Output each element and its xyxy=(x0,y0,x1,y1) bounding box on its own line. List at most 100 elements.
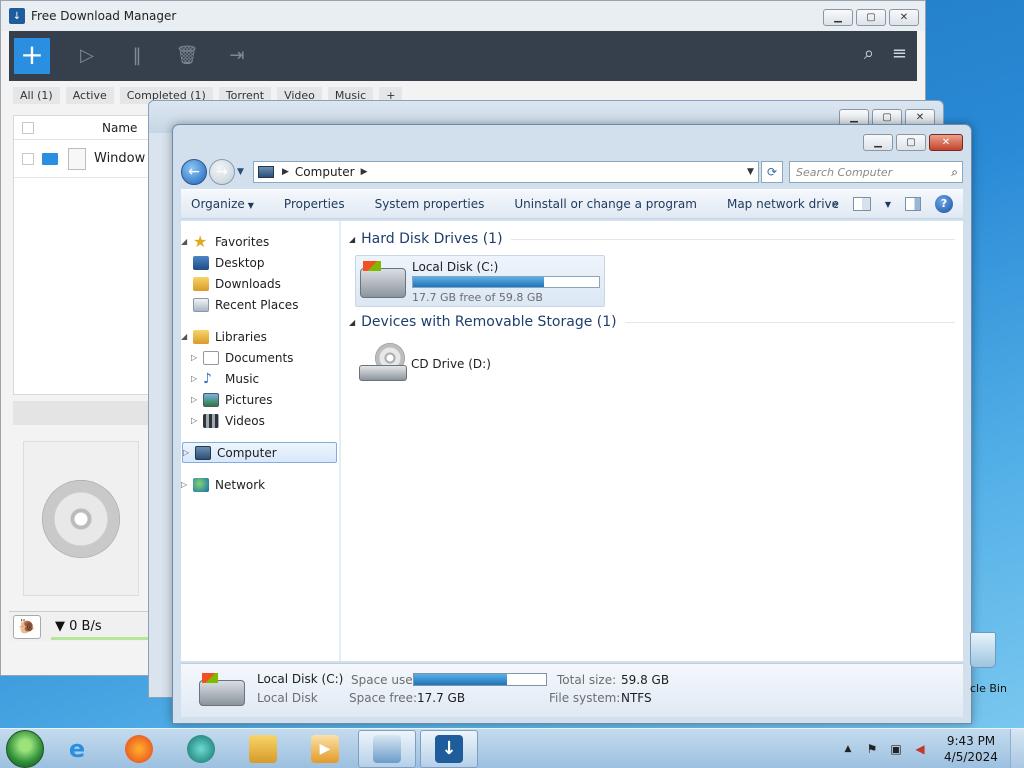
fdm-title: Free Download Manager xyxy=(31,9,177,23)
back-button[interactable]: ← xyxy=(181,159,207,185)
explorer-close-button[interactable]: ✕ xyxy=(929,134,963,151)
network-tray-icon[interactable]: ▣ xyxy=(888,741,904,757)
collapse-group-icon[interactable]: ◢ xyxy=(349,235,355,244)
fdm-close-button[interactable]: ✕ xyxy=(889,9,919,26)
uninstall-program-button[interactable]: Uninstall or change a program xyxy=(514,197,697,211)
fdm-minimize-button[interactable]: ▁ xyxy=(823,9,853,26)
nav-desktop[interactable]: Desktop xyxy=(181,252,339,273)
breadcrumb-arrow-icon[interactable]: ▶ xyxy=(361,167,368,177)
group-divider xyxy=(624,321,955,323)
fdm-add-download-button[interactable]: + xyxy=(14,38,50,74)
help-icon[interactable]: ? xyxy=(935,195,953,213)
nav-network[interactable]: ▷ Network xyxy=(181,474,339,495)
nav-music[interactable]: ▷ ♪ Music xyxy=(181,368,339,389)
details-total-size-label: Total size: xyxy=(557,673,617,687)
collapse-arrow-icon[interactable]: ▷ xyxy=(191,374,201,383)
snail-mode-icon[interactable]: 🐌 xyxy=(13,614,41,639)
taskbar-explorer[interactable] xyxy=(234,730,292,768)
nav-videos[interactable]: ▷ Videos xyxy=(181,410,339,431)
collapse-arrow-icon[interactable]: ▷ xyxy=(191,395,201,404)
explorer-maximize-button[interactable]: ▢ xyxy=(896,134,926,151)
collapse-arrow-icon[interactable]: ▷ xyxy=(183,448,193,457)
details-space-free-value: 17.7 GB xyxy=(417,691,466,705)
system-properties-button[interactable]: System properties xyxy=(375,197,485,211)
taskbar-app-teal[interactable] xyxy=(172,730,230,768)
collapse-group-icon[interactable]: ◢ xyxy=(349,318,355,327)
taskbar-control-panel[interactable] xyxy=(358,729,416,768)
view-options-chevron-icon[interactable]: ▼ xyxy=(885,200,891,209)
fdm-icon: ↓ xyxy=(435,734,463,763)
breadcrumb-root-arrow-icon[interactable]: ▶ xyxy=(282,167,289,177)
local-disk-c-tile[interactable]: Local Disk (C:) 17.7 GB free of 59.8 GB xyxy=(355,255,605,307)
clock[interactable]: 9:43 PM 4/5/2024 xyxy=(936,733,1006,765)
change-view-icon[interactable] xyxy=(852,197,871,211)
taskbar-internet-explorer[interactable]: e xyxy=(48,730,106,768)
preview-pane-icon[interactable] xyxy=(905,197,921,211)
action-center-flag-icon[interactable]: ⚑ xyxy=(864,741,880,757)
fdm-resume-icon[interactable]: ▷ xyxy=(74,43,100,69)
nav-pictures[interactable]: ▷ Pictures xyxy=(181,389,339,410)
fdm-move-icon[interactable]: ⇥ xyxy=(224,43,250,69)
fdm-download-row[interactable]: Window xyxy=(14,140,162,178)
collapse-arrow-icon[interactable]: ▷ xyxy=(181,480,191,489)
fdm-delete-icon[interactable]: 🗑 xyxy=(174,43,200,69)
fdm-select-all-checkbox[interactable] xyxy=(22,121,34,134)
collapse-arrow-icon[interactable]: ▷ xyxy=(191,416,201,425)
fdm-statusbar: 🐌 ▼ 0 B/s xyxy=(9,611,155,641)
recent-pages-dropdown-icon[interactable]: ▼ xyxy=(237,167,249,177)
chat-app-icon xyxy=(187,734,215,763)
fdm-download-list: Name Window xyxy=(13,115,163,395)
explorer-minimize-button[interactable]: ▁ xyxy=(863,134,893,151)
cd-drive-icon[interactable] xyxy=(359,343,407,383)
fdm-download-name: Window xyxy=(94,151,146,166)
taskbar-firefox[interactable] xyxy=(110,730,168,768)
group-hard-disk-drives[interactable]: ◢ Hard Disk Drives (1) xyxy=(349,231,955,247)
fdm-tab-all[interactable]: All (1) xyxy=(13,87,60,104)
nav-libraries[interactable]: ◢ Libraries xyxy=(181,326,339,347)
address-dropdown-icon[interactable]: ▼ xyxy=(742,162,758,182)
volume-muted-icon[interactable]: ◀ xyxy=(912,741,928,757)
star-icon: ★ xyxy=(193,231,208,251)
show-desktop-button[interactable] xyxy=(1010,729,1024,768)
more-commands-button[interactable]: » xyxy=(832,197,839,211)
cd-drive-name[interactable]: CD Drive (D:) xyxy=(411,357,491,371)
nav-documents[interactable]: ▷ Documents xyxy=(181,347,339,368)
search-input[interactable]: Search Computer ⌕ xyxy=(789,161,963,183)
fdm-titlebar[interactable]: ↓ Free Download Manager xyxy=(1,1,925,31)
refresh-icon[interactable]: ⟳ xyxy=(761,161,783,183)
organize-button[interactable]: Organize ▼ xyxy=(191,197,254,211)
show-hidden-icons-icon[interactable]: ▲ xyxy=(840,741,856,757)
properties-button[interactable]: Properties xyxy=(284,197,345,211)
expand-icon[interactable]: ◢ xyxy=(181,237,191,246)
search-icon[interactable]: ⌕ xyxy=(951,165,958,180)
details-drive-name: Local Disk (C:) xyxy=(257,672,344,686)
fdm-search-icon[interactable]: ⌕ xyxy=(864,43,874,64)
taskbar-free-download-manager[interactable]: ↓ xyxy=(420,729,478,768)
group-removable-storage[interactable]: ◢ Devices with Removable Storage (1) xyxy=(349,314,955,330)
videos-icon xyxy=(203,413,219,428)
taskbar-media-player[interactable]: ▶ xyxy=(296,730,354,768)
forward-button[interactable]: → xyxy=(209,159,235,185)
fdm-menu-icon[interactable]: ≡ xyxy=(892,43,907,64)
nav-favorites[interactable]: ◢ ★ Favorites xyxy=(181,231,339,252)
fdm-pause-icon[interactable]: ‖ xyxy=(124,43,150,69)
nav-computer[interactable]: ▷ Computer xyxy=(182,442,337,463)
fdm-tab-active[interactable]: Active xyxy=(65,87,114,104)
start-button[interactable] xyxy=(6,729,44,768)
folder-icon[interactable] xyxy=(42,152,58,165)
details-drive-type: Local Disk xyxy=(257,691,318,705)
nav-downloads[interactable]: Downloads xyxy=(181,273,339,294)
collapse-arrow-icon[interactable]: ▷ xyxy=(191,353,201,362)
nav-recent-places[interactable]: Recent Places xyxy=(181,294,339,315)
expand-icon[interactable]: ◢ xyxy=(181,332,191,341)
fdm-maximize-button[interactable]: ▢ xyxy=(856,9,886,26)
fdm-row-checkbox[interactable] xyxy=(22,152,34,165)
details-space-used-bar xyxy=(413,673,547,686)
map-network-drive-button[interactable]: Map network drive xyxy=(727,197,839,211)
address-bar[interactable]: ▶ Computer ▶ ▼ xyxy=(253,161,759,183)
local-disk-free-space: 17.7 GB free of 59.8 GB xyxy=(412,291,543,304)
recycle-bin-shortcut[interactable]: cle Bin xyxy=(964,632,1024,698)
breadcrumb-computer[interactable]: Computer xyxy=(295,165,355,179)
fdm-column-name[interactable]: Name xyxy=(102,121,137,135)
